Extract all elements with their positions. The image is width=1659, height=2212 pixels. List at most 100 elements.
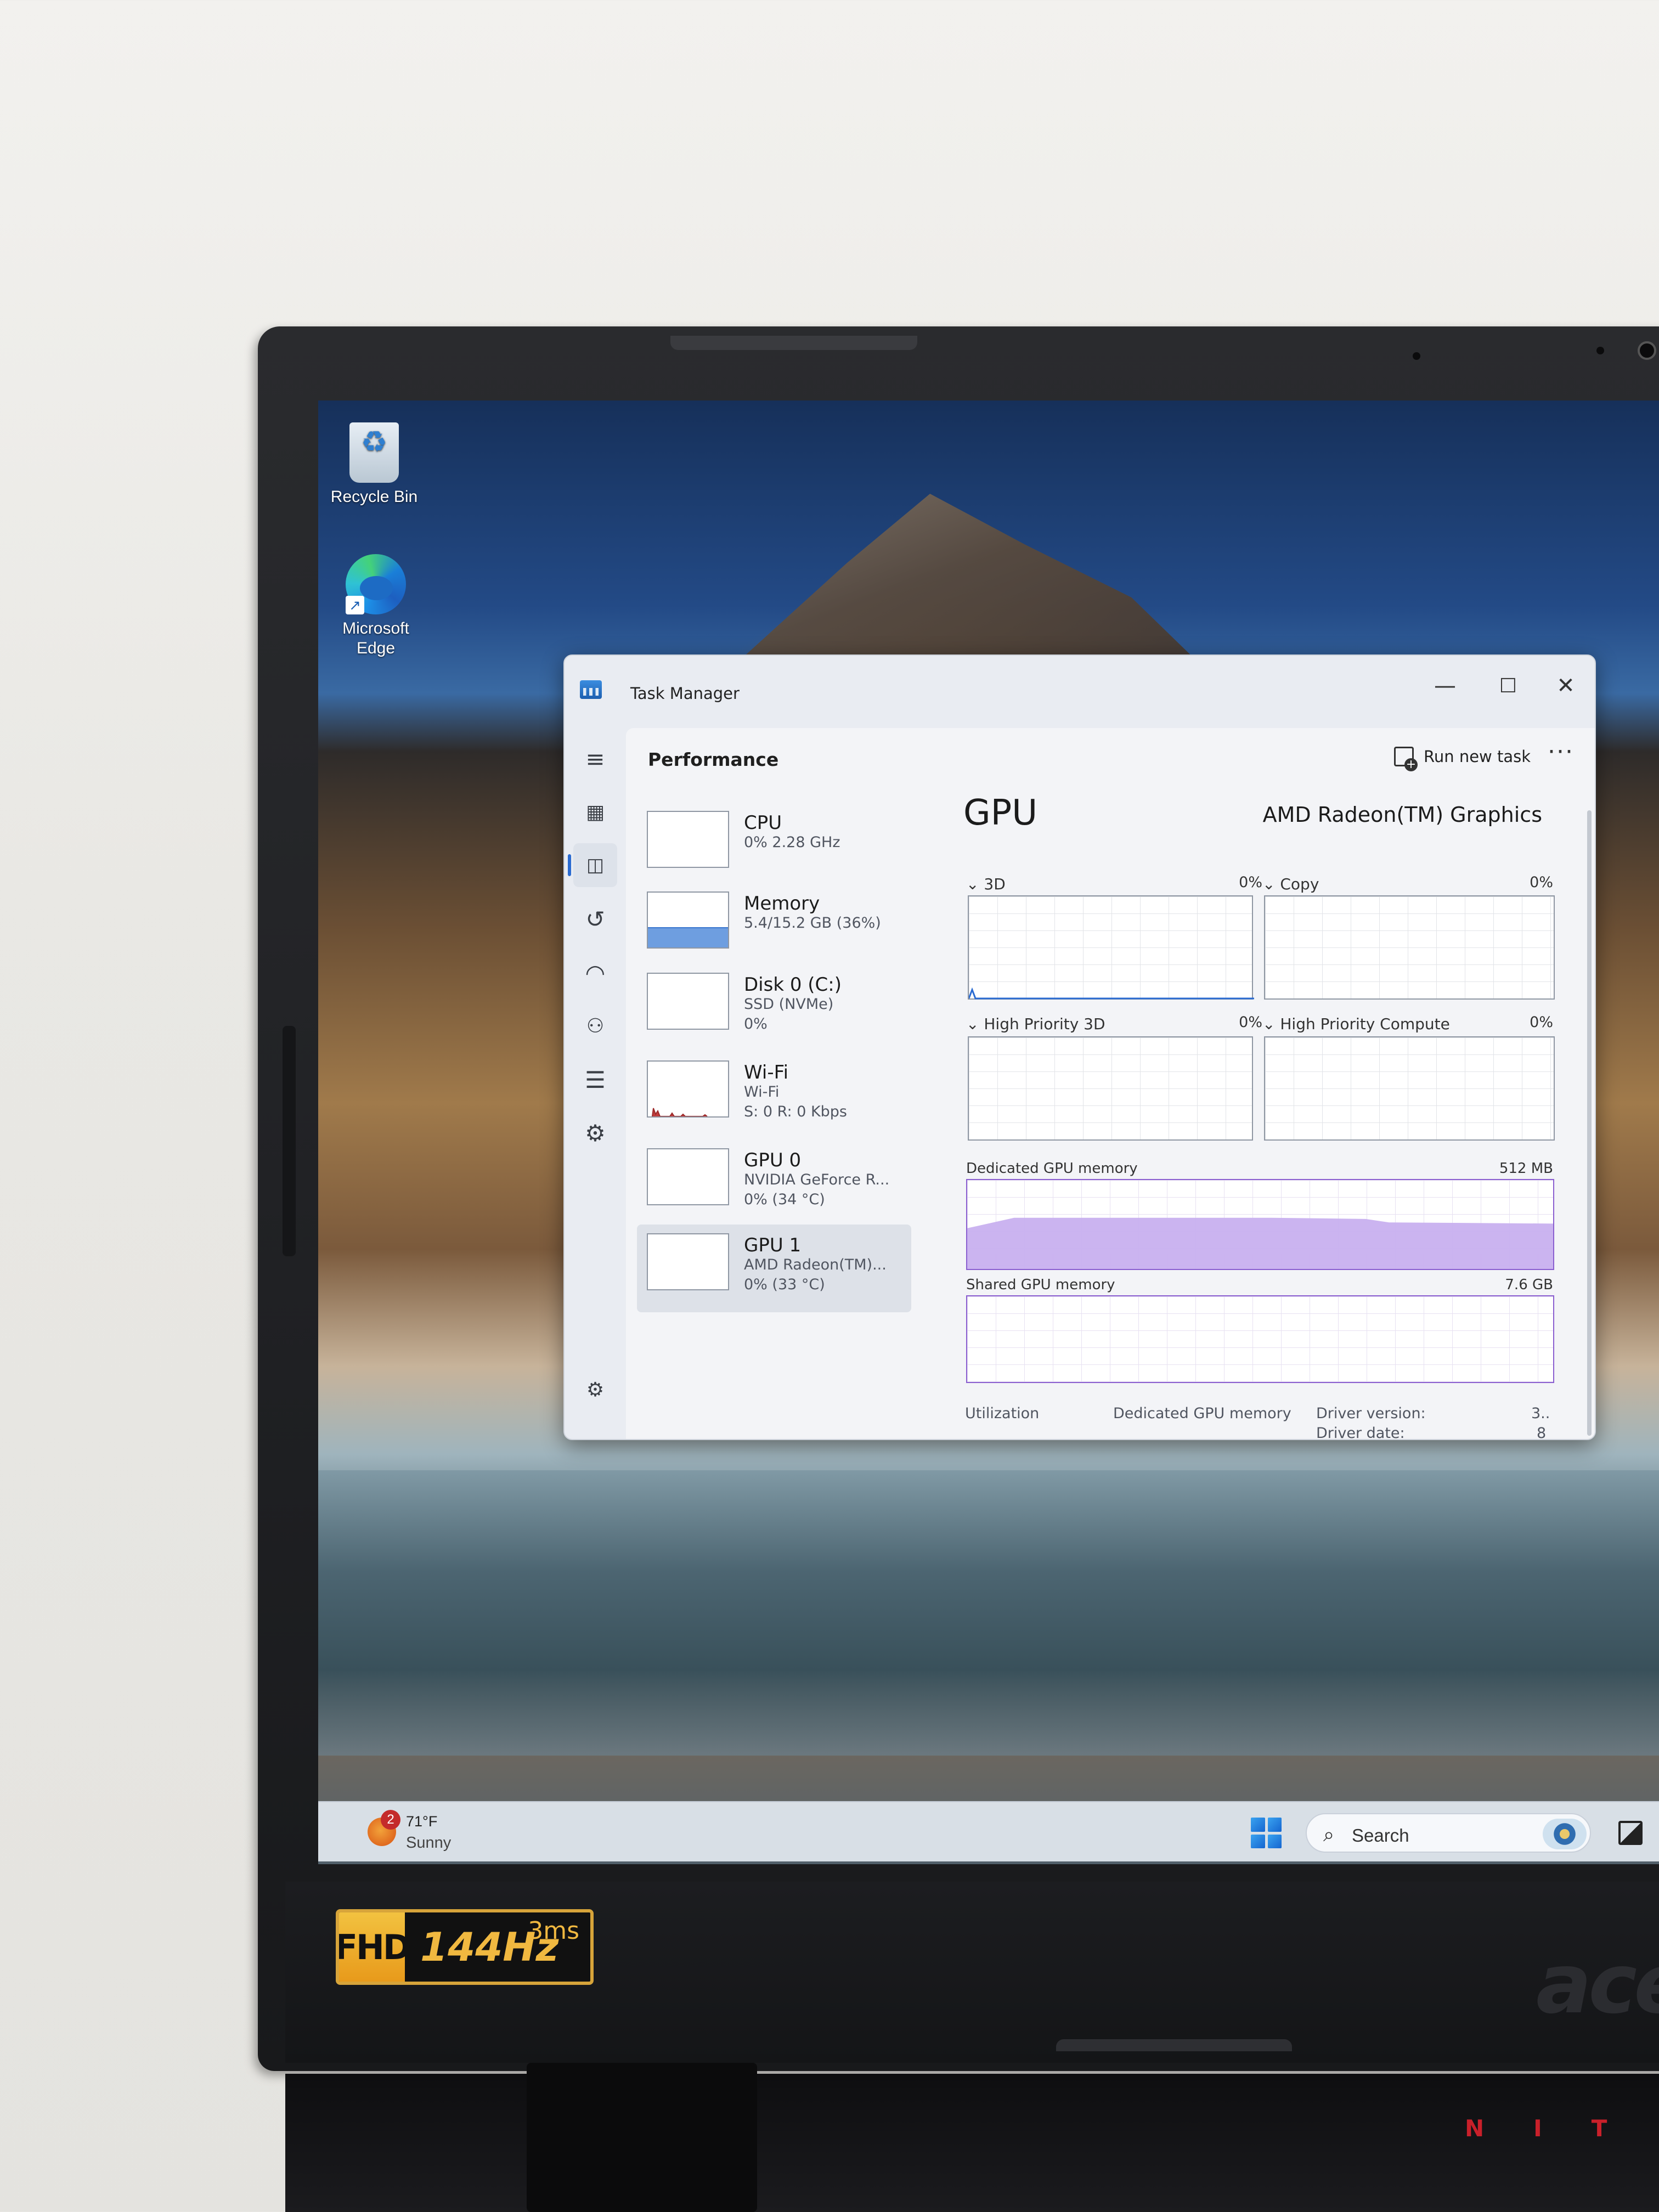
device-detail: 5.4/15.2 GB (36%) [744,915,881,932]
weather-temperature[interactable]: 71°F [406,1813,437,1830]
desktop-icon-edge[interactable]: ↗ Microsoft Edge [329,554,422,658]
device-name: Memory [744,893,820,915]
close-button[interactable]: ✕ [1536,661,1595,710]
device-detail: S: 0 R: 0 Kbps [744,1103,847,1120]
device-item-gpu0[interactable]: GPU 0 NVIDIA GeForce R... 0% (34 °C) [637,1139,911,1222]
device-item-cpu[interactable]: CPU 0% 2.28 GHz [637,802,911,884]
device-item-memory[interactable]: Memory 5.4/15.2 GB (36%) [637,883,911,965]
bezel-bottom-notch [1056,2039,1292,2051]
wallpaper-lake [318,1470,1659,1756]
device-name: CPU [744,812,782,834]
camera-sensor [1413,352,1420,360]
engine-selector-high-priority-3d[interactable]: ⌄ High Priority 3D [966,1015,1105,1033]
more-options-button[interactable]: ··· [1548,738,1574,766]
desktop-icon-label: Microsoft Edge [342,619,409,657]
performance-panel: Performance Run new task ··· CPU 0% 2.28… [626,728,1595,1440]
users-icon[interactable]: ⚇ [573,1004,617,1048]
nitro-branding: NIT [1465,2115,1657,2142]
title-bar[interactable]: Task Manager — ☐ ✕ [565,656,1595,721]
lid-notch [670,336,917,350]
shared-memory-graph [966,1295,1554,1383]
start-button[interactable] [1251,1818,1282,1848]
device-detail: Wi-Fi [744,1084,780,1101]
acer-logo: acer [1536,1937,1659,2032]
device-detail: 0% (34 °C) [744,1191,825,1208]
processes-icon[interactable]: ▦ [573,790,617,834]
device-detail: 0% 2.28 GHz [744,834,840,851]
device-name: Disk 0 (C:) [744,974,842,996]
engine-percent: 0% [1530,1014,1553,1031]
engine-graph-3d [968,895,1254,1000]
device-name: GPU 1 [744,1234,802,1256]
run-new-task-label: Run new task [1424,747,1531,766]
search-highlight-icon [1543,1819,1587,1849]
shared-memory-max: 7.6 GB [1505,1277,1553,1293]
lid-side-button [283,1026,296,1256]
panel-scrollbar[interactable] [1587,810,1592,1436]
detail-title: GPU [963,793,1038,833]
shortcut-arrow-icon: ↗ [346,596,364,614]
desktop-icon-recycle-bin[interactable]: Recycle Bin [328,422,421,507]
gpu-model-name: AMD Radeon(TM) Graphics [1262,803,1542,827]
startup-apps-icon[interactable]: ◠ [573,951,617,995]
task-manager-app-icon [580,680,602,699]
minimize-button[interactable]: — [1415,661,1475,710]
device-item-wifi[interactable]: Wi-Fi Wi-Fi S: 0 R: 0 Kbps [637,1052,911,1134]
engine-percent: 0% [1530,874,1553,891]
driver-date-value: 8 [1537,1425,1547,1440]
app-history-icon[interactable]: ↺ [573,897,617,941]
weather-notification-badge: 2 [381,1810,400,1830]
memory-usage-fill [648,927,728,947]
engine-percent: 0% [1239,874,1262,891]
driver-version-label: Driver version: [1316,1405,1426,1422]
dedicated-memory-max: 512 MB [1499,1160,1553,1177]
driver-version-value: 3.. [1531,1405,1550,1422]
task-manager-window: Task Manager — ☐ ✕ ≡ ▦ ◫ ↺ ◠ ⚇ ☰ ⚙ ⚙ Per… [563,654,1596,1440]
laptop-hinge [285,2074,1659,2212]
performance-icon[interactable]: ◫ [568,843,617,887]
device-detail: 0% (33 °C) [744,1276,825,1293]
camera-sensor [1596,347,1604,354]
engine-graph-high-priority-compute [1264,1036,1555,1141]
settings-icon[interactable]: ⚙ [573,1368,617,1412]
services-icon[interactable]: ⚙ [573,1111,617,1155]
engine-graph-copy [1264,895,1555,1000]
device-item-gpu1[interactable]: GPU 1 AMD Radeon(TM)... 0% (33 °C) [637,1224,911,1312]
gpu0-thumbnail-graph [647,1148,729,1205]
shared-memory-label: Shared GPU memory [966,1277,1115,1293]
engine-3d-trace [968,987,1254,1000]
details-icon[interactable]: ☰ [573,1058,617,1102]
webcam-lens [1638,341,1656,360]
engine-selector-high-priority-compute[interactable]: ⌄ High Priority Compute [1262,1015,1450,1033]
maximize-button[interactable]: ☐ [1478,661,1538,710]
device-detail: 0% [744,1015,768,1032]
page-title: Performance [648,749,779,770]
gpu1-thumbnail-graph [647,1233,729,1290]
engine-graph-high-priority-3d [968,1036,1253,1141]
task-view-icon[interactable] [1618,1821,1643,1845]
run-new-task-button[interactable]: Run new task [1389,740,1536,773]
device-item-disk[interactable]: Disk 0 (C:) SSD (NVMe) 0% [637,964,911,1046]
weather-condition[interactable]: Sunny [406,1834,451,1852]
wifi-thumbnail-graph [647,1060,729,1118]
utilization-label: Utilization [965,1405,1040,1422]
wifi-activity-spikes [652,1108,708,1116]
search-icon: ⌕ [1323,1823,1335,1846]
engine-selector-3d[interactable]: ⌄ 3D [966,875,1006,893]
desktop-icon-label: Recycle Bin [330,488,418,506]
dedicated-stat-label: Dedicated GPU memory [1113,1405,1291,1422]
nav-sidebar: ≡ ▦ ◫ ↺ ◠ ⚇ ☰ ⚙ ⚙ [565,721,626,1439]
dedicated-memory-fill [967,1217,1553,1269]
dedicated-memory-graph [966,1179,1554,1270]
device-detail: NVIDIA GeForce R... [744,1171,890,1188]
device-detail: SSD (NVMe) [744,996,834,1013]
engine-name: High Priority 3D [984,1015,1105,1033]
engine-percent: 0% [1239,1014,1262,1031]
driver-date-label: Driver date: [1316,1425,1405,1440]
engine-selector-copy[interactable]: ⌄ Copy [1262,875,1319,893]
taskbar-search-box[interactable]: ⌕ Search [1306,1813,1591,1853]
dedicated-memory-label: Dedicated GPU memory [966,1160,1138,1177]
cpu-thumbnail-graph [647,811,729,868]
hamburger-icon[interactable]: ≡ [573,737,617,781]
engine-name: High Priority Compute [1280,1015,1450,1033]
